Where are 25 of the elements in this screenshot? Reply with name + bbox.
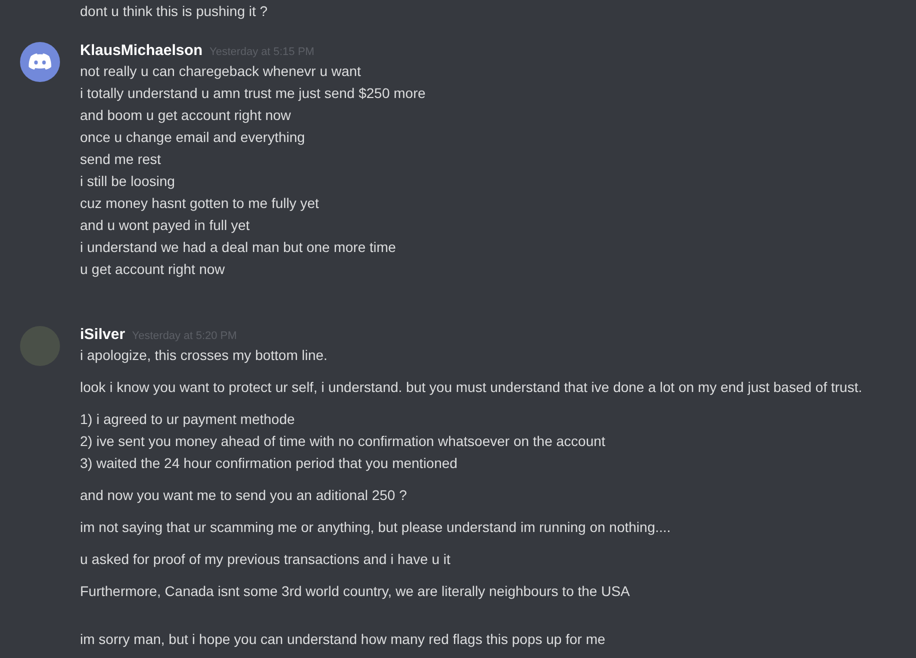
message-line: send me rest [80, 150, 162, 169]
message-line: u asked for proof of my previous transactions and i have u it [80, 550, 452, 569]
message-line: dont u think this is pushing it ? [80, 2, 269, 21]
message-line: u get account right now [80, 260, 226, 279]
message-line: and u wont payed in full yet [80, 216, 251, 235]
message-line: i understand we had a deal man but one more time [80, 238, 397, 257]
avatar-icon [20, 42, 60, 82]
message-line: 3) waited the 24 hour confirmation period that you mentioned [80, 454, 458, 473]
author-name[interactable]: KlausMichaelson [80, 42, 203, 59]
message-line: not really u can charegeback whenevr u want [80, 62, 362, 81]
message-line: and boom u get account right now [80, 106, 292, 125]
message-line: once u change email and everything [80, 128, 306, 147]
message-line: Furthermore, Canada isnt some 3rd world country, we are literally neighbours to the USA [80, 582, 631, 601]
message-line: look i know you want to protect ur self, i understand. but you must understand that ive done a lot on my end just based of trust. [80, 378, 862, 397]
message-line: 2) ive sent you money ahead of time with no confirmation whatsoever on the account [80, 432, 606, 451]
message-line: cuz money hasnt gotten to me fully yet [80, 194, 320, 213]
message-line: im sorry man, but i hope you can understand how many red flags this pops up for me [80, 630, 606, 649]
author-name[interactable]: iSilver [80, 326, 126, 343]
message-line: im not saying that ur scamming me or anything, but please understand im running on nothing.... [80, 518, 672, 537]
message-line: 1) i agreed to ur payment methode [80, 410, 296, 429]
message-line: i still be loosing [80, 172, 176, 191]
message-line: i apologize, this crosses my bottom line. [80, 346, 328, 365]
message-line: and now you want me to send you an aditional 250 ? [80, 486, 408, 505]
message-line: i totally understand u amn trust me just send $250 more [80, 84, 426, 103]
avatar-photo-placeholder [20, 326, 60, 366]
